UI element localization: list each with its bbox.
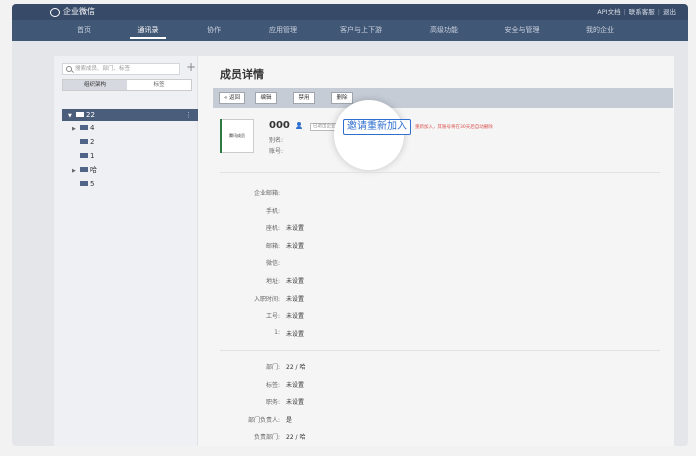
tree-root-label: 22 xyxy=(86,111,95,119)
link-separator: | xyxy=(623,8,626,16)
divider xyxy=(220,172,660,173)
tree-root-item[interactable]: ▼ 22 ⋮ xyxy=(62,109,198,121)
tree-item[interactable]: ▶ 4 xyxy=(72,123,94,134)
tree-item-label: 1 xyxy=(90,152,95,160)
avatar: 腾讯成员 xyxy=(220,119,254,153)
nav-security[interactable]: 安全与管理 xyxy=(492,20,552,41)
search-placeholder: 搜索成员、部门、标签 xyxy=(75,66,131,72)
field-label: 微信: xyxy=(265,260,280,268)
field-label: 1: xyxy=(274,328,280,336)
field-value: 未设置 xyxy=(286,295,305,303)
field-value: 22 / 哈 xyxy=(286,434,306,441)
link-separator: | xyxy=(657,8,660,16)
tree-item[interactable]: 2 xyxy=(72,137,94,148)
field-value: 未设置 xyxy=(286,399,305,406)
field-label: 邮箱: xyxy=(265,242,280,250)
field-value: 是 xyxy=(286,416,293,424)
invite-rejoin-button[interactable]: 邀请重新加入 xyxy=(343,119,411,135)
rejoin-warning: 重新加入，其账号将在30天后自动删除 xyxy=(415,125,493,130)
disable-button[interactable]: 禁用 xyxy=(293,92,315,104)
chevron-down-icon[interactable]: ▼ xyxy=(68,110,76,122)
page-title: 成员详情 xyxy=(220,68,264,81)
logo[interactable]: 企业微信 xyxy=(50,6,95,18)
nav-collaboration[interactable]: 协作 xyxy=(194,20,234,41)
field-value: 22 / 哈 xyxy=(286,364,306,371)
tree-item-label: 哈 xyxy=(90,166,97,174)
field-label: 入职时间: xyxy=(253,295,280,303)
tab-org-structure[interactable]: 组织架构 xyxy=(63,80,127,90)
folder-icon xyxy=(80,166,88,172)
back-button[interactable]: « 返回 xyxy=(219,92,245,104)
tree-item-label: 5 xyxy=(90,180,95,188)
toolbar: « 返回 编辑 禁用 删除 xyxy=(213,88,673,108)
folder-icon xyxy=(80,180,88,186)
tree-item[interactable]: 5 xyxy=(72,179,94,190)
chevron-right-icon[interactable]: ▶ xyxy=(72,166,80,177)
field-label: 标签: xyxy=(265,381,280,389)
member-name: 000 xyxy=(269,120,290,131)
field-value: 未设置 xyxy=(286,278,305,285)
field-label: 职务: xyxy=(265,399,280,406)
tree-item[interactable]: 1 xyxy=(72,151,94,162)
folder-icon xyxy=(80,152,88,158)
divider xyxy=(220,350,660,351)
delete-button[interactable]: 删除 xyxy=(331,92,353,104)
nav-customers[interactable]: 客户与上下游 xyxy=(326,20,396,41)
chevron-right-icon[interactable]: ▶ xyxy=(72,124,80,135)
account-label: 账号: xyxy=(269,148,284,155)
field-value: 未设置 xyxy=(286,313,305,321)
highlight-spotlight xyxy=(334,100,404,170)
field-label: 部门: xyxy=(265,364,280,371)
search-icon xyxy=(66,66,72,72)
nav-contacts[interactable]: 通讯录 xyxy=(128,20,168,41)
field-label: 地址: xyxy=(265,278,280,285)
search-input[interactable]: 搜索成员、部门、标签 xyxy=(62,63,180,75)
contact-support-link[interactable]: 联系客服 xyxy=(629,6,655,18)
field-value: 未设置 xyxy=(286,330,305,338)
tree-item[interactable]: ▶ 哈 xyxy=(72,165,97,176)
nav-my-company[interactable]: 我的企业 xyxy=(574,20,626,41)
field-label: 座机: xyxy=(265,225,280,233)
nav-advanced[interactable]: 高级功能 xyxy=(420,20,468,41)
member-detail-panel: 成员详情 « 返回 编辑 禁用 删除 腾讯成员 000 已退出企业 重新加入，其… xyxy=(206,56,674,446)
nav-app-management[interactable]: 应用管理 xyxy=(256,20,310,41)
person-icon xyxy=(296,122,302,129)
field-label: 工号: xyxy=(265,313,280,321)
field-value: 未设置 xyxy=(286,242,305,250)
folder-icon xyxy=(80,138,88,144)
nav-home[interactable]: 首页 xyxy=(64,20,104,41)
field-label: 手机: xyxy=(265,207,280,215)
field-value: 未设置 xyxy=(286,381,305,389)
wecom-logo-icon xyxy=(50,7,60,17)
main-nav: 首页 通讯录 协作 应用管理 客户与上下游 高级功能 安全与管理 我的企业 xyxy=(12,20,688,41)
logo-text: 企业微信 xyxy=(63,7,95,16)
left-panel: 搜索成员、部门、标签 + 组织架构 标签 ▼22 ⋮ ▶4 2 1 ▶哈 xyxy=(54,56,198,446)
top-bar: 企业微信 API文档 | 联系客服 | 退出 xyxy=(12,4,688,20)
api-docs-link[interactable]: API文档 xyxy=(597,6,620,18)
top-links: API文档 | 联系客服 | 退出 xyxy=(597,6,676,18)
app-window: 企业微信 API文档 | 联系客服 | 退出 首页 通讯录 协作 应用管理 客户… xyxy=(12,4,688,446)
tree-item-label: 2 xyxy=(90,138,95,146)
logout-link[interactable]: 退出 xyxy=(663,6,676,18)
add-icon[interactable]: + xyxy=(186,60,196,74)
folder-icon xyxy=(80,124,88,130)
main-area: 搜索成员、部门、标签 + 组织架构 标签 ▼22 ⋮ ▶4 2 1 ▶哈 xyxy=(54,56,674,446)
folder-icon xyxy=(76,111,84,117)
edit-button[interactable]: 编辑 xyxy=(255,92,277,104)
field-label: 负责部门: xyxy=(253,434,280,441)
field-label: 企业邮箱: xyxy=(253,190,280,197)
field-value: 未设置 xyxy=(286,225,305,233)
alias-label: 别名: xyxy=(269,137,284,144)
left-tabs: 组织架构 标签 xyxy=(62,79,192,91)
tree-item-label: 4 xyxy=(90,124,95,132)
tab-tags[interactable]: 标签 xyxy=(127,80,191,90)
more-icon[interactable]: ⋮ xyxy=(185,109,192,121)
field-label: 部门负责人: xyxy=(247,416,280,424)
avatar-label: 腾讯成员 xyxy=(229,133,245,138)
